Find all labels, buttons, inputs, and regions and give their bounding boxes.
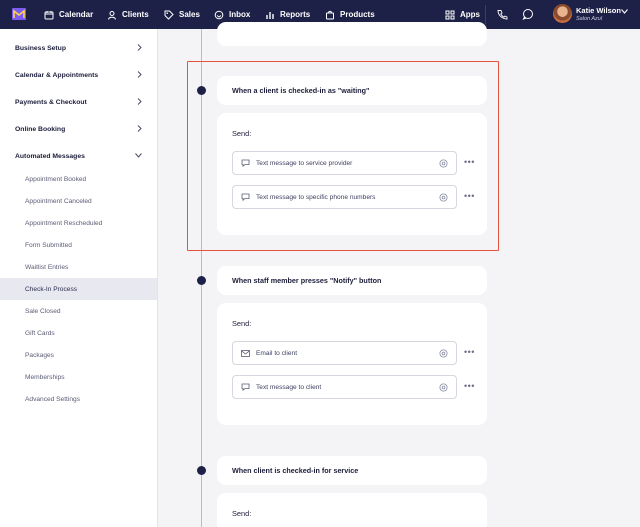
app-logo-icon[interactable] [12, 8, 26, 20]
nav-products-label: Products [340, 10, 375, 19]
sidebar-item-online-booking[interactable]: Online Booking [0, 118, 157, 140]
sidebar-item-label: Payments & Checkout [15, 98, 87, 106]
nav-divider [485, 5, 486, 24]
nav-reports-label: Reports [280, 10, 311, 19]
sidebar-sub-packages[interactable]: Packages [0, 344, 157, 366]
send-label: Send: [232, 509, 252, 518]
apps-grid-icon [445, 10, 455, 19]
nav-sales-label: Sales [179, 10, 200, 19]
sidebar-item-business-setup[interactable]: Business Setup [0, 37, 157, 59]
trigger-title-card: When client is checked-in for service [217, 456, 487, 485]
phone-icon[interactable] [497, 9, 508, 20]
timeline-dot [197, 276, 206, 285]
sidebar-sub-label: Waitlist Entries [25, 263, 69, 271]
sidebar-sub-appointment-rescheduled[interactable]: Appointment Rescheduled [0, 212, 157, 234]
settings-sidebar: Business Setup Calendar & Appointments P… [0, 29, 158, 527]
sidebar-sub-label: Appointment Rescheduled [25, 219, 103, 227]
trigger-actions-card: Send: [217, 493, 487, 527]
sidebar-item-payments-checkout[interactable]: Payments & Checkout [0, 91, 157, 113]
sidebar-sub-label: Gift Cards [25, 329, 55, 337]
trigger-title: When client is checked-in for service [232, 466, 359, 475]
action-email-client[interactable]: Email to client [232, 341, 457, 365]
sidebar-sub-label: Check-In Process [25, 285, 78, 293]
action-text-client[interactable]: Text message to client [232, 375, 457, 399]
sidebar-sub-form-submitted[interactable]: Form Submitted [0, 234, 157, 256]
user-business: Salon Azul [576, 16, 603, 22]
bar-chart-icon [266, 11, 274, 19]
timeline-dot [197, 466, 206, 475]
nav-clients-label: Clients [122, 10, 149, 19]
user-avatar[interactable] [553, 4, 572, 23]
sidebar-sub-label: Appointment Booked [25, 175, 87, 183]
chevron-right-icon [137, 125, 142, 132]
sidebar-sub-label: Advanced Settings [25, 395, 80, 403]
nav-inbox-label: Inbox [229, 10, 251, 19]
sidebar-sub-waitlist-entries[interactable]: Waitlist Entries [0, 256, 157, 278]
chat-bubble-icon [241, 383, 250, 391]
more-options-icon[interactable]: ••• [464, 381, 475, 391]
sidebar-sub-appointment-canceled[interactable]: Appointment Canceled [0, 190, 157, 212]
chat-icon[interactable] [522, 8, 534, 20]
shopping-bag-icon [326, 10, 334, 19]
clients-icon [108, 10, 116, 20]
gear-icon[interactable] [439, 383, 448, 392]
more-options-icon[interactable]: ••• [464, 347, 475, 357]
sidebar-sub-label: Memberships [25, 373, 65, 381]
nav-calendar[interactable]: Calendar [44, 0, 93, 29]
sidebar-sub-sale-closed[interactable]: Sale Closed [0, 300, 157, 322]
previous-card [217, 22, 487, 46]
sidebar-item-calendar-appointments[interactable]: Calendar & Appointments [0, 64, 157, 86]
trigger-title-card: When staff member presses "Notify" butto… [217, 266, 487, 295]
sidebar-sub-label: Appointment Canceled [25, 197, 92, 205]
sidebar-sub-gift-cards[interactable]: Gift Cards [0, 322, 157, 344]
nav-calendar-label: Calendar [59, 10, 94, 19]
sidebar-sub-label: Packages [25, 351, 54, 359]
action-label: Text message to client [256, 383, 322, 391]
sidebar-sub-memberships[interactable]: Memberships [0, 366, 157, 388]
action-label: Email to client [256, 349, 298, 357]
chevron-down-icon [135, 153, 142, 158]
chevron-right-icon [137, 44, 142, 51]
sidebar-sub-check-in-process[interactable]: Check-In Process [0, 278, 157, 300]
send-label: Send: [232, 319, 252, 328]
user-name[interactable]: Katie Wilson [576, 6, 621, 15]
calendar-icon [44, 10, 54, 19]
sidebar-item-label: Business Setup [15, 44, 66, 52]
highlight-box [187, 61, 499, 251]
sidebar-item-automated-messages[interactable]: Automated Messages [0, 145, 157, 167]
sidebar-sub-label: Form Submitted [25, 241, 72, 249]
chevron-right-icon [137, 98, 142, 105]
trigger-actions-card: Send: Email to client ••• Text message t… [217, 303, 487, 425]
sidebar-item-label: Automated Messages [15, 152, 85, 160]
sidebar-sub-label: Sale Closed [25, 307, 61, 315]
tag-icon [164, 10, 174, 20]
trigger-title: When staff member presses "Notify" butto… [232, 276, 382, 285]
sidebar-item-label: Online Booking [15, 125, 66, 133]
nav-sales[interactable]: Sales [164, 0, 200, 29]
chevron-right-icon [137, 71, 142, 78]
chevron-down-icon[interactable] [621, 9, 628, 14]
nav-apps-label: Apps [460, 10, 480, 19]
sidebar-sub-advanced-settings[interactable]: Advanced Settings [0, 388, 157, 410]
gear-icon[interactable] [439, 349, 448, 358]
sidebar-item-label: Calendar & Appointments [15, 71, 99, 79]
inbox-icon [214, 10, 224, 19]
nav-clients[interactable]: Clients [107, 0, 149, 29]
envelope-icon [241, 349, 250, 357]
sidebar-sub-appointment-booked[interactable]: Appointment Booked [0, 168, 157, 190]
